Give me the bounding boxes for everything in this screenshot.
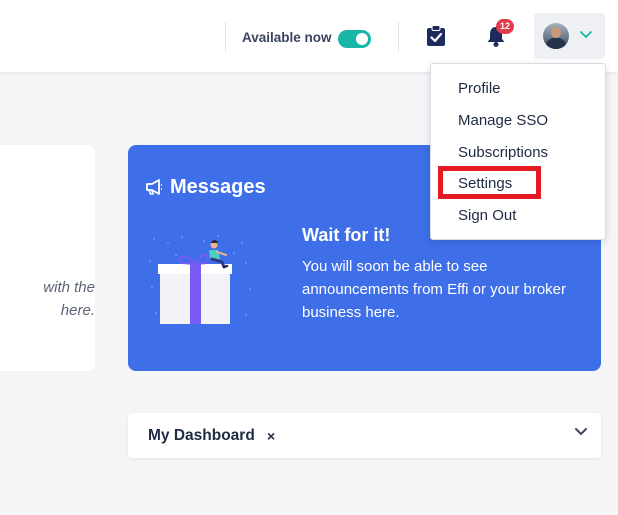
profile-menu-button[interactable] [534,13,605,59]
avatar [543,23,569,49]
megaphone-icon [146,179,162,195]
menu-item-settings[interactable]: Settings [458,175,512,192]
left-card-text-line: with the [43,279,95,296]
availability-toggle[interactable] [338,30,371,48]
dashboard-title: My Dashboard [148,427,255,444]
messages-body: You will soon be able to see announcemen… [302,258,567,321]
menu-item-subscriptions[interactable]: Subscriptions [458,144,548,161]
profile-dropdown-menu: Profile Manage SSO Subscriptions Setting… [430,63,606,240]
menu-item-profile[interactable]: Profile [458,80,501,97]
menu-item-manage-sso[interactable]: Manage SSO [458,112,548,129]
left-card-text-line: here. [60,302,95,319]
menu-item-sign-out[interactable]: Sign Out [458,207,516,224]
dashboard-close-button[interactable]: × [267,428,275,444]
left-card-text: with the here. [0,276,95,322]
separator [398,22,399,52]
availability-label: Available now [242,30,332,45]
top-bar: Available now 12 [0,0,618,72]
tasks-button[interactable] [426,25,446,52]
notification-badge: 12 [496,19,514,34]
dashboard-panel[interactable]: My Dashboard × [128,413,601,458]
separator [225,22,226,52]
gift-illustration [149,235,251,324]
toggle-knob [356,33,368,45]
chevron-down-icon [580,31,592,39]
clipboard-check-icon [427,25,445,46]
messages-heading: Wait for it! [302,225,391,245]
messages-title: Messages [170,176,266,198]
left-card [0,145,95,371]
chevron-down-icon[interactable] [574,427,588,437]
